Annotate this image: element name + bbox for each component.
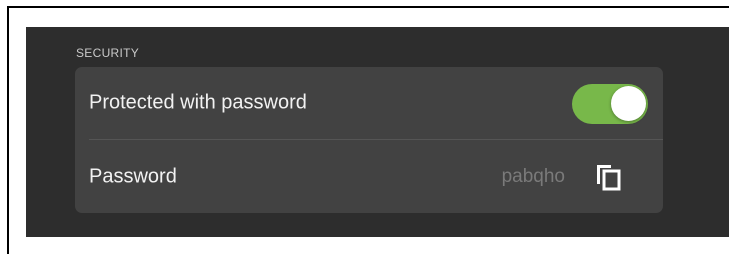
frame-left-border [7, 6, 9, 254]
toggle-knob [611, 86, 646, 121]
protected-with-password-row: Protected with password [75, 67, 663, 139]
protected-with-password-label: Protected with password [89, 91, 307, 114]
password-row: Password pabqho [75, 140, 663, 213]
password-value: pabqho [501, 165, 565, 187]
frame-top-border [7, 6, 729, 8]
security-settings-group: Protected with password Password pabqho [75, 67, 663, 213]
settings-panel: SECURITY Protected with password Passwor… [26, 27, 729, 237]
protected-with-password-toggle[interactable] [572, 84, 648, 124]
copy-password-button[interactable] [593, 162, 625, 194]
section-header-security: SECURITY [76, 46, 140, 60]
copy-icon [597, 165, 621, 191]
password-label: Password [89, 165, 177, 187]
